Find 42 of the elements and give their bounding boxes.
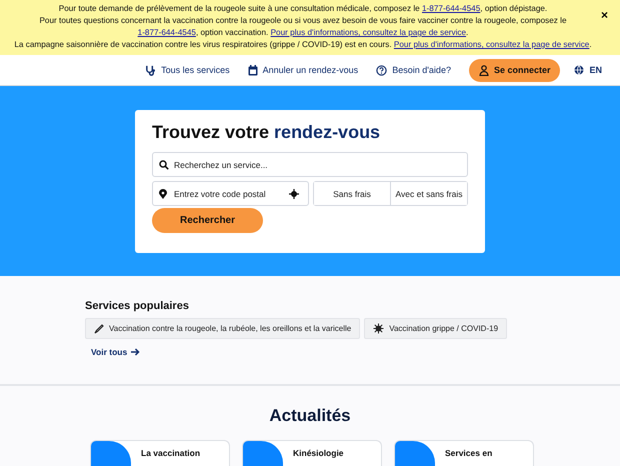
news-card[interactable]: La vaccination bbox=[90, 440, 230, 466]
nav-link[interactable]: Besoin d'aide? bbox=[376, 64, 451, 76]
news-card[interactable]: Kinésiologie bbox=[242, 440, 382, 466]
location-pin-icon bbox=[159, 188, 167, 198]
notice-link[interactable]: Pour plus d'informations, consultez la page de service bbox=[394, 40, 590, 49]
notice-text: La campagne saisonnière de vaccination contre les virus respiratoires (grippe / COVID-19) est en cours. Pour plus d'informations, consultez la page de service. bbox=[13, 39, 593, 51]
notice-link[interactable]: Pour plus d'informations, consultez la page de service bbox=[270, 28, 466, 37]
nav-link[interactable]: Tous les services bbox=[145, 64, 230, 76]
stethoscope-icon bbox=[145, 64, 156, 76]
notice-text: Pour toutes questions concernant la vaccination contre la rougeole ou si vous avez besoin de vous faire vacciner contre la rougeole, composez le 1-877-644-4545, option vaccination. Pour plus d'informations, consultez la page de service. bbox=[38, 15, 568, 39]
notice-link[interactable]: 1-877-644-4545 bbox=[422, 4, 480, 13]
notice-link[interactable]: 1-877-644-4545 bbox=[138, 28, 196, 37]
arrow-right-icon bbox=[131, 348, 140, 356]
news-title: La vaccination bbox=[141, 447, 200, 460]
globe-icon bbox=[574, 65, 584, 75]
crosshair-icon[interactable] bbox=[289, 188, 299, 198]
news-title: Services en bbox=[445, 447, 492, 460]
service-chip[interactable]: Vaccination grippe / COVID-19 bbox=[364, 318, 508, 339]
section-heading: Services populaires bbox=[85, 300, 190, 312]
section-heading: Actualités bbox=[268, 406, 352, 426]
see-all-link[interactable]: Voir tous bbox=[91, 347, 140, 357]
virus-icon bbox=[373, 323, 384, 334]
close-button[interactable]: × bbox=[598, 9, 610, 21]
card-graphic bbox=[91, 441, 131, 466]
fee-option[interactable]: Avec et sans frais bbox=[390, 182, 467, 205]
news-card[interactable]: Services en bbox=[394, 440, 534, 466]
nav-link[interactable]: Annuler un rendez-vous bbox=[248, 64, 358, 76]
login-button[interactable]: Se connecter bbox=[468, 58, 560, 82]
calendar-icon bbox=[248, 64, 258, 76]
card-graphic bbox=[395, 441, 435, 466]
user-icon bbox=[478, 64, 489, 76]
service-search-field[interactable]: Recherchez un service... bbox=[152, 152, 468, 177]
postal-code-field[interactable]: Entrez votre code postal bbox=[152, 181, 309, 206]
card-graphic bbox=[243, 441, 283, 466]
notice-text: Pour toute demande de prélèvement de la rougeole suite à une consultation médicale, composez le 1-877-644-4545, option dépistage. bbox=[58, 3, 548, 15]
service-chip[interactable]: Vaccination contre la rougeole, la rubéole, les oreillons et la varicelle bbox=[85, 318, 360, 339]
search-title: Trouvez votre rendez-vous bbox=[152, 122, 382, 143]
news-title: Kinésiologie bbox=[293, 447, 344, 460]
search-button[interactable]: Rechercher bbox=[152, 208, 263, 233]
language-link[interactable]: EN bbox=[574, 65, 602, 75]
help-icon bbox=[376, 64, 388, 76]
search-icon bbox=[159, 160, 169, 170]
